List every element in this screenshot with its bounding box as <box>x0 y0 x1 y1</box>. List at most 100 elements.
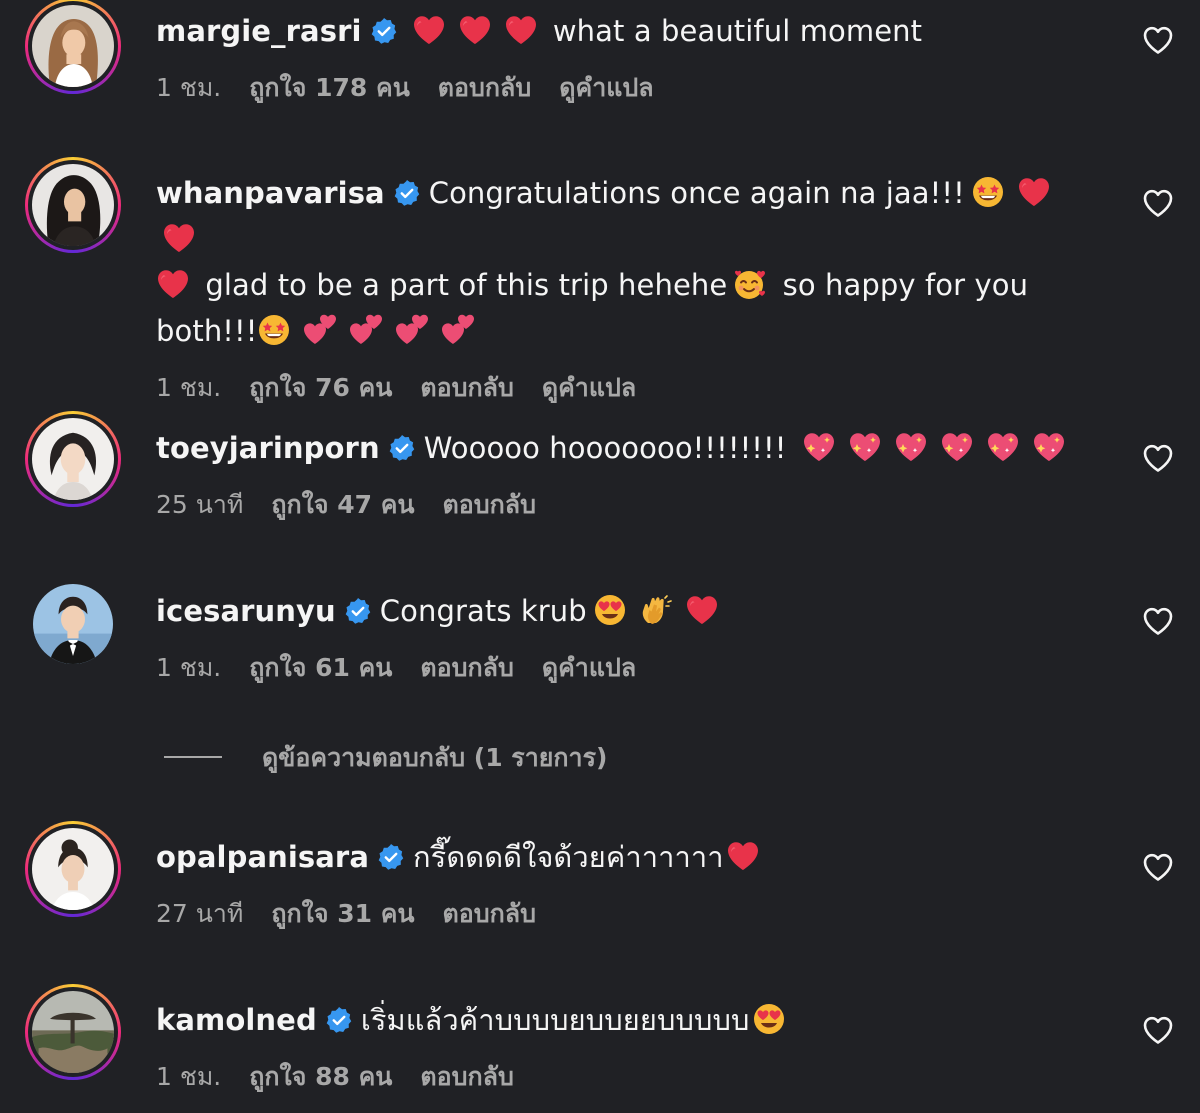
timestamp: 1 ชม. <box>156 653 222 682</box>
heart-outline-icon[interactable] <box>1142 1015 1174 1045</box>
comment-body: Wooooo hooooooo!!!!!!!! <box>423 431 787 465</box>
view-replies-label: ดูข้อความตอบกลับ (1 รายการ) <box>262 743 608 772</box>
red-heart-emoji <box>685 594 719 626</box>
avatar-image <box>32 991 114 1073</box>
comment-text: margie_rasri what a beautiful moment <box>156 8 1086 54</box>
likes-count[interactable]: ถูกใจ 31 คน <box>271 899 414 928</box>
username[interactable]: toeyjarinporn <box>156 431 380 465</box>
two-hearts-emoji <box>303 314 337 346</box>
username[interactable]: kamolned <box>156 1003 317 1037</box>
heart-outline-icon[interactable] <box>1142 443 1174 473</box>
replies-divider <box>164 756 222 758</box>
avatar[interactable] <box>25 821 121 917</box>
heart-outline-icon[interactable] <box>1142 852 1174 882</box>
comment-text: whanpavarisa Congratulations once again n… <box>156 170 1086 262</box>
comment-text: icesarunyu Congrats krub <box>156 588 1086 634</box>
comment-body: what a beautiful moment <box>552 14 923 48</box>
timestamp: 1 ชม. <box>156 73 222 102</box>
comment-body: both!!! <box>156 314 258 348</box>
two-hearts-emoji <box>441 314 475 346</box>
heart-eyes-emoji <box>752 1003 786 1035</box>
see-translation-button[interactable]: ดูคำแปล <box>542 373 636 402</box>
timestamp: 25 นาที <box>156 490 244 519</box>
red-heart-emoji <box>156 268 190 300</box>
reply-button[interactable]: ตอบกลับ <box>438 73 531 102</box>
reply-button[interactable]: ตอบกลับ <box>443 899 536 928</box>
avatar-image <box>33 584 113 664</box>
reply-button[interactable]: ตอบกลับ <box>420 1062 513 1091</box>
smiling-face-with-hearts-emoji <box>733 268 767 300</box>
avatar[interactable] <box>25 984 121 1080</box>
avatar[interactable] <box>25 411 121 507</box>
username[interactable]: opalpanisara <box>156 840 369 874</box>
red-heart-emoji <box>458 14 492 46</box>
two-hearts-emoji <box>349 314 383 346</box>
username[interactable]: whanpavarisa <box>156 176 385 210</box>
red-heart-emoji <box>162 222 196 254</box>
username[interactable]: icesarunyu <box>156 594 336 628</box>
likes-count[interactable]: ถูกใจ 178 คน <box>249 73 410 102</box>
avatar[interactable] <box>33 584 113 664</box>
timestamp: 27 นาที <box>156 899 244 928</box>
verified-badge-icon <box>388 434 416 462</box>
red-heart-emoji <box>504 14 538 46</box>
avatar-image <box>32 5 114 87</box>
comment-meta: 1 ชม. ถูกใจ 178 คน ตอบกลับ ดูคำแปล <box>156 68 1086 108</box>
see-translation-button[interactable]: ดูคำแปล <box>559 73 653 102</box>
likes-count[interactable]: ถูกใจ 47 คน <box>271 490 414 519</box>
comment-meta: 27 นาที ถูกใจ 31 คน ตอบกลับ <box>156 894 1086 934</box>
comment-text: both!!! <box>156 308 1086 354</box>
comment-body: so happy for you <box>782 268 1029 302</box>
star-struck-emoji <box>971 176 1005 208</box>
heart-eyes-emoji <box>593 594 627 626</box>
clapping-hands-emoji <box>639 594 673 626</box>
comment-body: Congrats krub <box>379 594 587 628</box>
avatar-image <box>32 828 114 910</box>
sparkling-heart-emoji <box>894 431 928 463</box>
comment-text: glad to be a part of this trip hehehe so… <box>156 262 1086 308</box>
comment-body: glad to be a part of this trip hehehe <box>205 268 728 302</box>
comment-body: Congratulations once again na jaa!!! <box>428 176 965 210</box>
likes-count[interactable]: ถูกใจ 76 คน <box>249 373 392 402</box>
heart-outline-icon[interactable] <box>1142 25 1174 55</box>
red-heart-emoji <box>726 840 760 872</box>
red-heart-emoji <box>1017 176 1051 208</box>
avatar-image <box>32 164 114 246</box>
likes-count[interactable]: ถูกใจ 61 คน <box>249 653 392 682</box>
comment-body: กรี๊ดดดดีใจด้วยค่าาาาาา <box>413 840 724 874</box>
comment-text: toeyjarinporn Wooooo hooooooo!!!!!!!! <box>156 425 1086 471</box>
likes-count[interactable]: ถูกใจ 88 คน <box>249 1062 392 1091</box>
verified-badge-icon <box>325 1006 353 1034</box>
two-hearts-emoji <box>395 314 429 346</box>
verified-badge-icon <box>393 179 421 207</box>
reply-button[interactable]: ตอบกลับ <box>420 373 513 402</box>
comment-text: kamolned เริ่มแล้วค้าบบบบยบบยยบบบบบ <box>156 997 1086 1043</box>
sparkling-heart-emoji <box>940 431 974 463</box>
timestamp: 1 ชม. <box>156 373 222 402</box>
sparkling-heart-emoji <box>1032 431 1066 463</box>
heart-outline-icon[interactable] <box>1142 606 1174 636</box>
avatar-image <box>32 418 114 500</box>
heart-outline-icon[interactable] <box>1142 188 1174 218</box>
reply-button[interactable]: ตอบกลับ <box>420 653 513 682</box>
sparkling-heart-emoji <box>986 431 1020 463</box>
sparkling-heart-emoji <box>802 431 836 463</box>
username[interactable]: margie_rasri <box>156 14 362 48</box>
comment-meta: 1 ชม. ถูกใจ 76 คน ตอบกลับ ดูคำแปล <box>156 368 1086 408</box>
verified-badge-icon <box>344 597 372 625</box>
avatar[interactable] <box>25 157 121 253</box>
reply-button[interactable]: ตอบกลับ <box>443 490 536 519</box>
verified-badge-icon <box>370 17 398 45</box>
timestamp: 1 ชม. <box>156 1062 222 1091</box>
verified-badge-icon <box>377 843 405 871</box>
comment-body: เริ่มแล้วค้าบบบบยบบยยบบบบบ <box>360 1003 750 1037</box>
avatar[interactable] <box>25 0 121 94</box>
red-heart-emoji <box>412 14 446 46</box>
comment-meta: 1 ชม. ถูกใจ 88 คน ตอบกลับ <box>156 1057 1086 1097</box>
comment-meta: 25 นาที ถูกใจ 47 คน ตอบกลับ <box>156 485 1086 525</box>
see-translation-button[interactable]: ดูคำแปล <box>542 653 636 682</box>
comment-meta: 1 ชม. ถูกใจ 61 คน ตอบกลับ ดูคำแปล <box>156 648 1086 688</box>
star-struck-emoji <box>257 314 291 346</box>
sparkling-heart-emoji <box>848 431 882 463</box>
view-replies-button[interactable]: ดูข้อความตอบกลับ (1 รายการ) <box>164 738 607 778</box>
